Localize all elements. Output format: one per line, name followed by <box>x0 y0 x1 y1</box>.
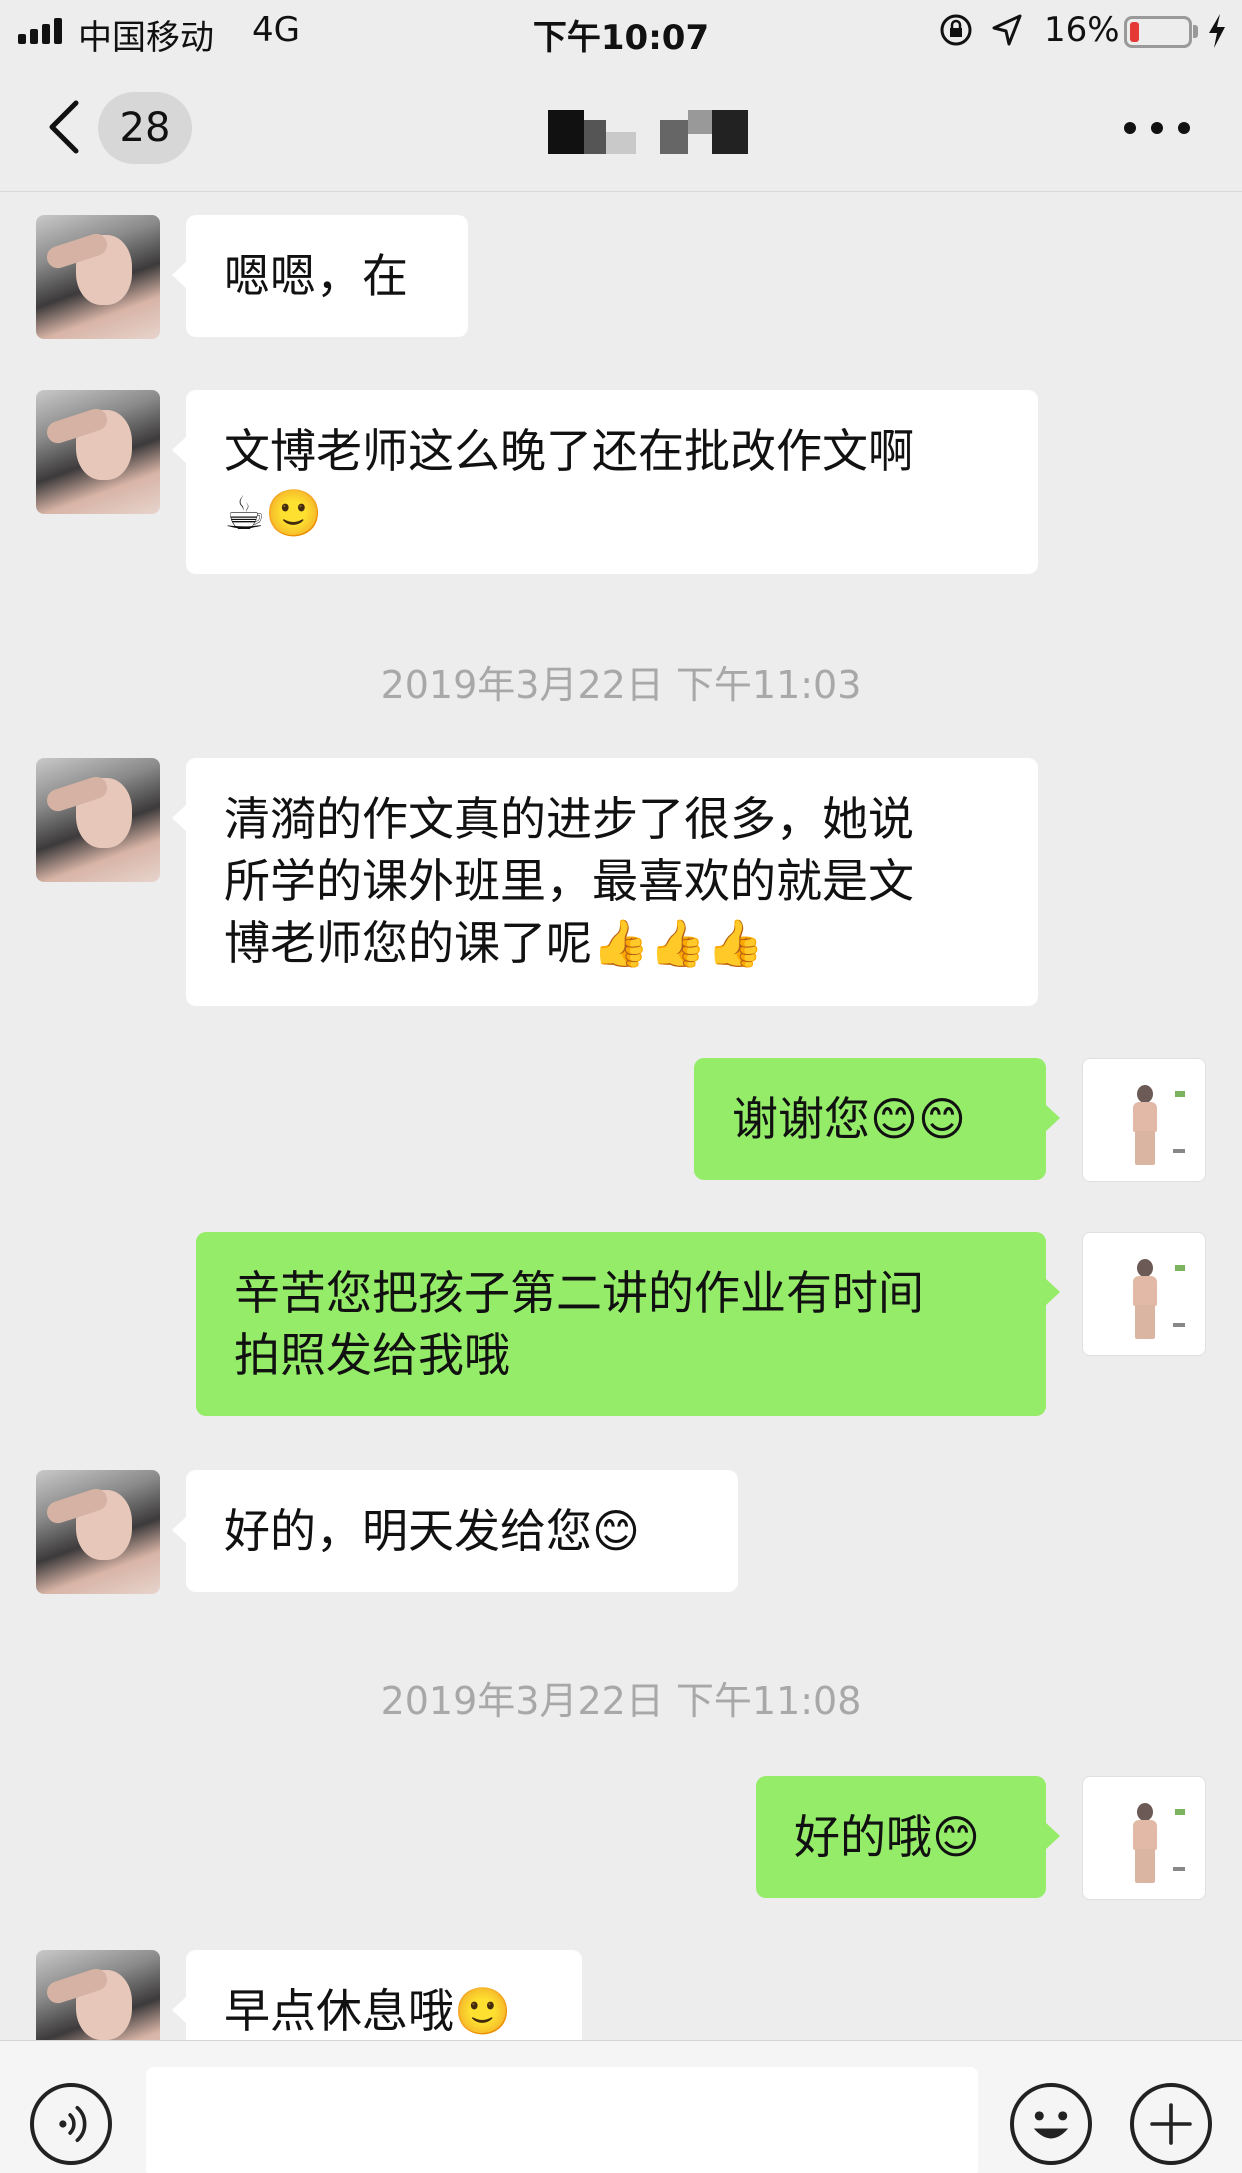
rotation-lock-icon <box>940 14 972 46</box>
battery-percent: 16% <box>1044 10 1120 50</box>
unread-count-badge[interactable]: 28 <box>98 92 192 164</box>
contact-avatar[interactable] <box>36 1470 160 1594</box>
more-dots-icon[interactable] <box>1124 112 1190 142</box>
battery-level-fill <box>1130 22 1139 42</box>
location-icon <box>992 14 1022 46</box>
status-bar: 中国移动 4G 下午10:07 16% <box>0 0 1242 62</box>
message-timestamp: 2019年3月22日 下午11:08 <box>380 1679 862 1723</box>
self-avatar[interactable] <box>1082 1232 1206 1356</box>
self-avatar[interactable] <box>1082 1776 1206 1900</box>
emoji-icon[interactable] <box>1010 2083 1092 2165</box>
voice-icon[interactable] <box>30 2083 112 2165</box>
input-bar <box>0 2040 1242 2173</box>
message-bubble-incoming[interactable]: 嗯嗯，在 <box>172 215 468 337</box>
message-bubble-incoming[interactable]: 好的，明天发给您😊 <box>172 1470 738 1592</box>
battery-icon <box>1124 16 1192 48</box>
contact-avatar[interactable] <box>36 215 160 339</box>
contact-avatar[interactable] <box>36 758 160 882</box>
message-bubble-outgoing[interactable]: 好的哦😊 <box>756 1776 1060 1898</box>
chevron-left-icon[interactable] <box>40 97 86 157</box>
battery-tip <box>1193 25 1198 38</box>
self-avatar[interactable] <box>1082 1058 1206 1182</box>
message-bubble-incoming[interactable]: 清漪的作文真的进步了很多，她说 所学的课外班里，最喜欢的就是文 博老师您的课了呢… <box>172 758 1038 1006</box>
plus-icon[interactable] <box>1130 2083 1212 2165</box>
message-bubble-incoming[interactable]: 文博老师这么晚了还在批改作文啊 ☕🙂 <box>172 390 1038 574</box>
message-bubble-outgoing[interactable]: 辛苦您把孩子第二讲的作业有时间 拍照发给我哦 <box>196 1232 1060 1416</box>
chat-header: 28 <box>0 62 1242 192</box>
charging-icon <box>1209 14 1225 48</box>
contact-avatar[interactable] <box>36 390 160 514</box>
message-bubble-outgoing[interactable]: 谢谢您😊😊 <box>694 1058 1060 1180</box>
chat-title-pixelated <box>548 110 748 154</box>
message-input[interactable] <box>146 2067 978 2173</box>
message-timestamp: 2019年3月22日 下午11:03 <box>380 663 862 707</box>
